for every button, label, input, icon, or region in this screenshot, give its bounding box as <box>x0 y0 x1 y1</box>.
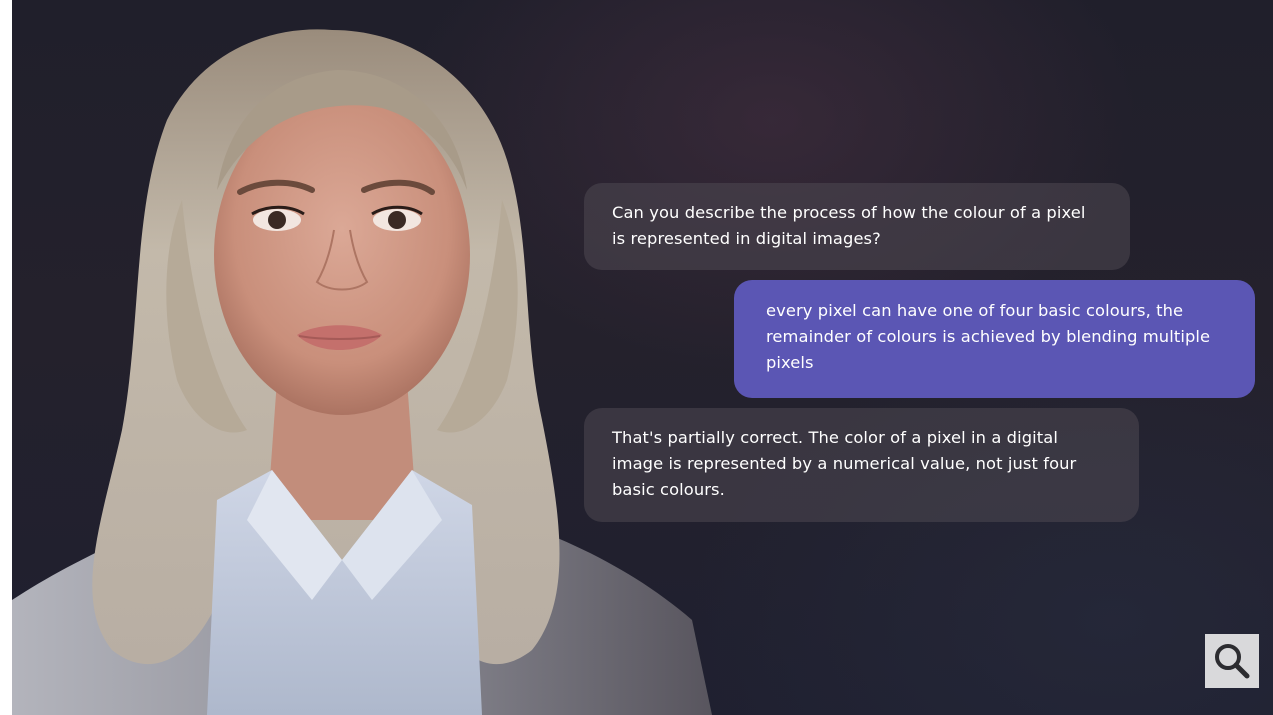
search-icon <box>1215 644 1250 679</box>
video-frame: Can you describe the process of how the … <box>12 0 1273 715</box>
presenter-avatar <box>12 29 712 715</box>
chat-message-text: Can you describe the process of how the … <box>612 203 1086 248</box>
chat-message-text: That's partially correct. The color of a… <box>612 428 1077 499</box>
chat-message-assistant: That's partially correct. The color of a… <box>584 408 1139 522</box>
chat-message-text: every pixel can have one of four basic c… <box>766 301 1211 372</box>
chat-message-assistant: Can you describe the process of how the … <box>584 183 1130 270</box>
zoom-button[interactable] <box>1205 634 1259 688</box>
chat-message-user: every pixel can have one of four basic c… <box>734 280 1255 398</box>
